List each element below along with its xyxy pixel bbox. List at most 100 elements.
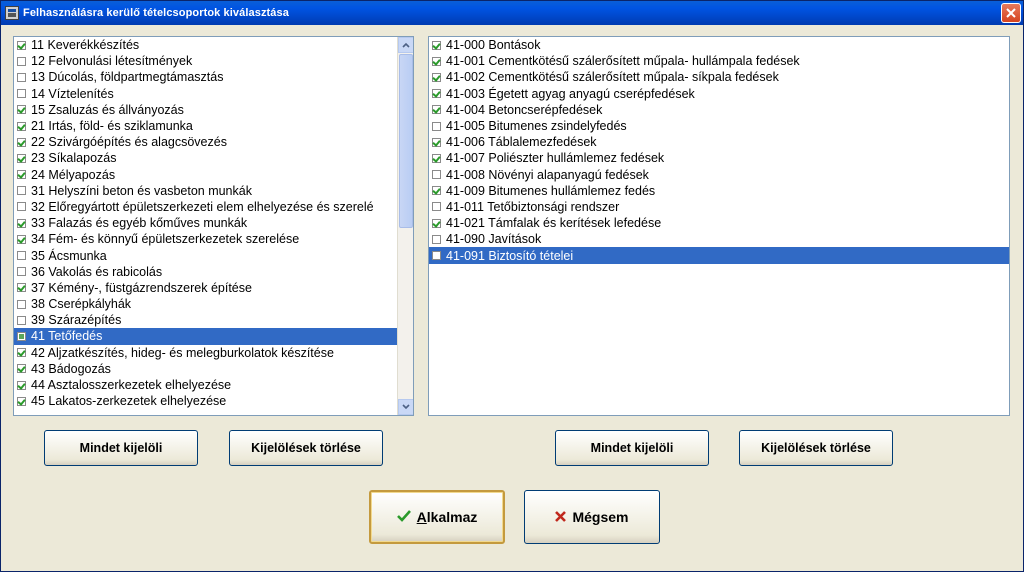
right-select-all-button[interactable]: Mindet kijelöli <box>555 430 709 466</box>
x-icon <box>555 509 567 526</box>
list-item[interactable]: 32 Előregyártott épületszerkezeti elem e… <box>14 199 397 215</box>
item-checkbox[interactable] <box>17 56 26 66</box>
list-item[interactable]: 15 Zsaluzás és állványozás <box>14 102 397 118</box>
item-checkbox[interactable] <box>17 283 26 293</box>
list-item[interactable]: 33 Falazás és egyéb kőműves munkák <box>14 215 397 231</box>
scroll-thumb[interactable] <box>399 54 413 228</box>
item-checkbox[interactable] <box>432 153 441 163</box>
list-item[interactable]: 44 Asztalosszerkezetek elhelyezése <box>14 377 397 393</box>
list-item[interactable]: 41-007 Poliészter hullámlemez fedések <box>429 150 1009 166</box>
list-item[interactable]: 36 Vakolás és rabicolás <box>14 264 397 280</box>
list-item[interactable]: 31 Helyszíni beton és vasbeton munkák <box>14 183 397 199</box>
apply-accel: A <box>416 509 427 525</box>
list-item[interactable]: 45 Lakatos-zerkezetek elhelyezése <box>14 393 397 409</box>
item-checkbox[interactable] <box>432 40 441 50</box>
item-checkbox[interactable] <box>17 267 26 277</box>
item-checkbox[interactable] <box>17 348 26 358</box>
list-item[interactable]: 39 Szárazépítés <box>14 312 397 328</box>
left-select-all-button[interactable]: Mindet kijelöli <box>44 430 198 466</box>
list-item[interactable]: 34 Fém- és könnyű épületszerkezetek szer… <box>14 231 397 247</box>
list-item[interactable]: 41-000 Bontások <box>429 37 1009 53</box>
scroll-up-button[interactable] <box>398 37 413 53</box>
list-item[interactable]: 41-011 Tetőbiztonsági rendszer <box>429 199 1009 215</box>
item-checkbox[interactable] <box>432 202 441 212</box>
close-button[interactable] <box>1001 3 1021 23</box>
item-checkbox[interactable] <box>17 89 26 99</box>
item-checkbox[interactable] <box>17 315 26 325</box>
list-item[interactable]: 14 Víztelenítés <box>14 86 397 102</box>
item-checkbox[interactable] <box>17 170 26 180</box>
list-item[interactable]: 41-001 Cementkötésű szálerősített műpala… <box>429 53 1009 69</box>
item-checkbox[interactable] <box>17 299 26 309</box>
list-item[interactable]: 41-005 Bitumenes zsindelyfedés <box>429 118 1009 134</box>
item-checkbox[interactable] <box>432 121 441 131</box>
item-checkbox[interactable] <box>432 105 441 115</box>
item-checkbox[interactable] <box>17 202 26 212</box>
item-checkbox[interactable] <box>432 251 441 261</box>
item-checkbox[interactable] <box>432 137 441 147</box>
list-item[interactable]: 37 Kémény-, füstgázrendszerek építése <box>14 280 397 296</box>
list-item[interactable]: 41-006 Táblalemezfedések <box>429 134 1009 150</box>
item-checkbox[interactable] <box>17 153 26 163</box>
item-checkbox[interactable] <box>432 72 441 82</box>
item-label: 13 Dúcolás, földpartmegtámasztás <box>31 70 224 85</box>
item-checkbox[interactable] <box>17 396 26 406</box>
list-item[interactable]: 13 Dúcolás, földpartmegtámasztás <box>14 69 397 85</box>
scroll-down-button[interactable] <box>398 399 413 415</box>
item-checkbox[interactable] <box>17 72 26 82</box>
list-item[interactable]: 41-004 Betoncserépfedések <box>429 102 1009 118</box>
list-item[interactable]: 41 Tetőfedés <box>14 328 397 345</box>
group-list-scrollbar[interactable] <box>397 37 413 415</box>
item-checkbox[interactable] <box>17 364 26 374</box>
item-checkbox[interactable] <box>17 218 26 228</box>
group-list[interactable]: 11 Keverékkészítés 12 Felvonulási létesít… <box>13 36 414 416</box>
item-checkbox[interactable] <box>17 121 26 131</box>
item-checkbox[interactable] <box>432 186 441 196</box>
list-item[interactable]: 12 Felvonulási létesítmények <box>14 53 397 69</box>
group-list-items: 11 Keverékkészítés 12 Felvonulási létesít… <box>14 37 397 409</box>
item-label: 41-021 Támfalak és kerítések lefedése <box>446 216 662 231</box>
list-item[interactable]: 41-021 Támfalak és kerítések lefedése <box>429 215 1009 231</box>
checkmark-icon <box>396 509 411 526</box>
item-checkbox[interactable] <box>17 40 26 50</box>
item-checkbox[interactable] <box>432 89 441 99</box>
list-item[interactable]: 41-090 Javítások <box>429 231 1009 247</box>
list-item[interactable]: 41-009 Bitumenes hullámlemez fedés <box>429 183 1009 199</box>
right-clear-selection-button[interactable]: Kijelölések törlése <box>739 430 893 466</box>
item-checkbox[interactable] <box>432 170 441 180</box>
cancel-button[interactable]: Mégsem <box>524 490 660 544</box>
item-checkbox[interactable] <box>17 234 26 244</box>
list-item[interactable]: 35 Ácsmunka <box>14 247 397 263</box>
item-label: 43 Bádogozás <box>31 361 111 376</box>
list-item[interactable]: 41-091 Biztosító tételei <box>429 247 1009 264</box>
list-item[interactable]: 41-002 Cementkötésű szálerősített műpala… <box>429 69 1009 85</box>
list-item[interactable]: 21 Irtás, föld- és sziklamunka <box>14 118 397 134</box>
list-item[interactable]: 41-003 Égetett agyag anyagú cserépfedése… <box>429 86 1009 102</box>
item-label: 23 Síkalapozás <box>31 151 117 166</box>
item-checkbox[interactable] <box>17 137 26 147</box>
apply-button[interactable]: Alkalmaz <box>369 490 505 544</box>
item-checkbox[interactable] <box>17 380 26 390</box>
list-item[interactable]: 38 Cserépkályhák <box>14 296 397 312</box>
list-item[interactable]: 11 Keverékkészítés <box>14 37 397 53</box>
item-checkbox[interactable] <box>432 56 441 66</box>
item-checkbox[interactable] <box>17 331 26 341</box>
item-checkbox[interactable] <box>17 186 26 196</box>
item-label: 14 Víztelenítés <box>31 86 114 101</box>
apply-label: lkalmaz <box>426 509 478 525</box>
item-checkbox[interactable] <box>432 234 441 244</box>
list-item[interactable]: 22 Szivárgóépítés és alagcsövezés <box>14 134 397 150</box>
item-list[interactable]: 41-000 Bontások 41-001 Cementkötésű szále… <box>428 36 1010 416</box>
list-item[interactable]: 43 Bádogozás <box>14 361 397 377</box>
item-checkbox[interactable] <box>17 105 26 115</box>
list-item[interactable]: 41-008 Növényi alapanyagú fedések <box>429 167 1009 183</box>
list-item[interactable]: 42 Aljzatkészítés, hideg- és melegburkol… <box>14 345 397 361</box>
left-clear-selection-button[interactable]: Kijelölések törlése <box>229 430 383 466</box>
item-label: 41-001 Cementkötésű szálerősített műpala… <box>446 54 800 69</box>
item-checkbox[interactable] <box>432 218 441 228</box>
item-label: 44 Asztalosszerkezetek elhelyezése <box>31 378 232 393</box>
list-item[interactable]: 23 Síkalapozás <box>14 150 397 166</box>
list-item[interactable]: 24 Mélyapozás <box>14 167 397 183</box>
title-bar[interactable]: Felhasználásra kerülő tételcsoportok kiv… <box>1 1 1023 25</box>
item-checkbox[interactable] <box>17 251 26 261</box>
